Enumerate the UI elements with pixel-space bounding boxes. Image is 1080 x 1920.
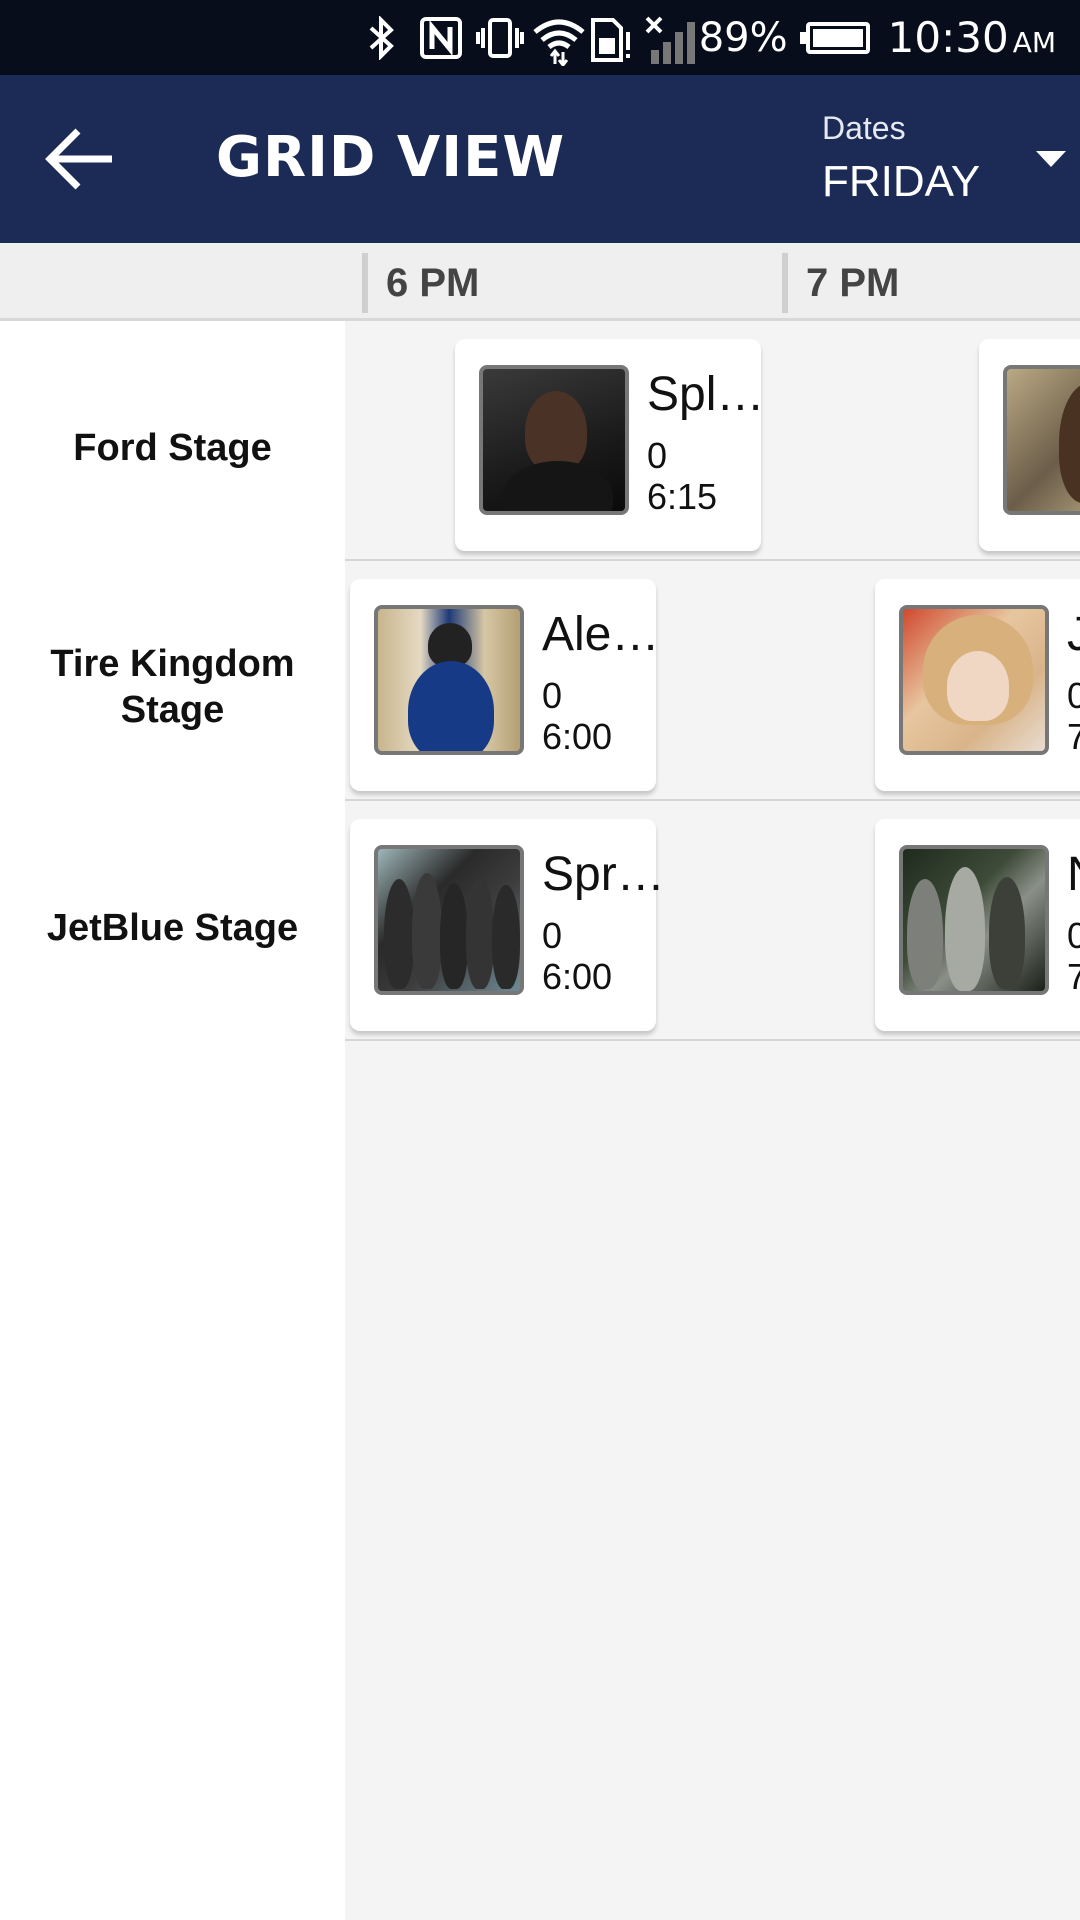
stage-label-ford: Ford Stage <box>73 427 272 469</box>
performance-time: 7 <box>1067 716 1080 757</box>
performance-card[interactable]: Spl… 0 6:15 <box>455 339 765 551</box>
card-count: 0 <box>542 915 563 956</box>
card-count: 0 <box>1067 675 1080 716</box>
performance-card[interactable]: N 0 7 <box>875 819 1080 1031</box>
battery-icon <box>799 21 870 54</box>
artist-photo <box>374 605 524 755</box>
artist-photo <box>479 365 629 515</box>
app-bar: GRID VIEW Dates FRIDAY <box>0 75 1080 243</box>
clock: 10:30 AM <box>887 13 1056 62</box>
performance-time: 6:00 <box>542 716 613 757</box>
artist-name: Spl… <box>647 368 765 421</box>
artist-photo <box>899 845 1049 995</box>
schedule-grid[interactable]: Spl… 0 6:15 Ale… 0 6:00 J 0 7 Spr… 0 6:0… <box>345 321 1080 1920</box>
time-slot-7pm: 7 PM <box>782 253 899 313</box>
row-divider <box>345 1039 1080 1041</box>
stage-label-tire-kingdom: Tire Kingdom Stage <box>50 643 295 731</box>
row-divider <box>345 799 1080 801</box>
artist-name: Ale… <box>542 608 660 661</box>
artist-photo <box>374 845 524 995</box>
bluetooth-icon <box>363 14 401 61</box>
stage-label-jetblue: JetBlue Stage <box>46 907 299 949</box>
row-divider <box>345 559 1080 561</box>
dates-label: Dates <box>822 110 906 146</box>
artist-photo <box>899 605 1049 755</box>
time-slot-6pm: 6 PM <box>362 253 479 313</box>
back-button[interactable] <box>42 123 118 195</box>
artist-name: J <box>1067 608 1080 661</box>
dates-selected-value: FRIDAY <box>822 157 981 206</box>
artist-name: N <box>1067 847 1080 902</box>
status-icons: 89% 10:30 AM <box>363 0 1056 75</box>
performance-card[interactable]: J 0 7 <box>875 579 1080 791</box>
performance-card[interactable]: Spr… 0 6:00 <box>350 819 665 1031</box>
wifi-icon <box>531 16 585 67</box>
caret-down-icon <box>1036 151 1066 167</box>
card-count: 0 <box>1067 915 1080 956</box>
card-count: 0 <box>647 435 668 476</box>
card-count: 0 <box>542 675 563 716</box>
performance-card[interactable] <box>979 339 1080 551</box>
status-bar: 89% 10:30 AM <box>0 0 1080 75</box>
time-header: 6 PM 7 PM <box>0 243 1080 321</box>
no-signal-icon <box>643 16 695 64</box>
artist-name: Spr… <box>542 848 665 901</box>
performance-time: 6:00 <box>542 956 613 997</box>
nfc-icon <box>419 16 462 60</box>
vibrate-icon <box>475 16 524 60</box>
performance-card[interactable]: Ale… 0 6:00 <box>350 579 660 791</box>
arrow-left-icon <box>45 128 112 190</box>
performance-time: 7 <box>1067 956 1080 997</box>
artist-photo <box>1003 365 1080 515</box>
battery-percent: 89% <box>698 14 788 61</box>
performance-time: 6:15 <box>647 476 718 517</box>
stage-column: Ford Stage Tire Kingdom Stage JetBlue St… <box>0 321 345 1920</box>
page-title: GRID VIEW <box>216 125 566 190</box>
sim-alert-icon <box>587 16 630 62</box>
